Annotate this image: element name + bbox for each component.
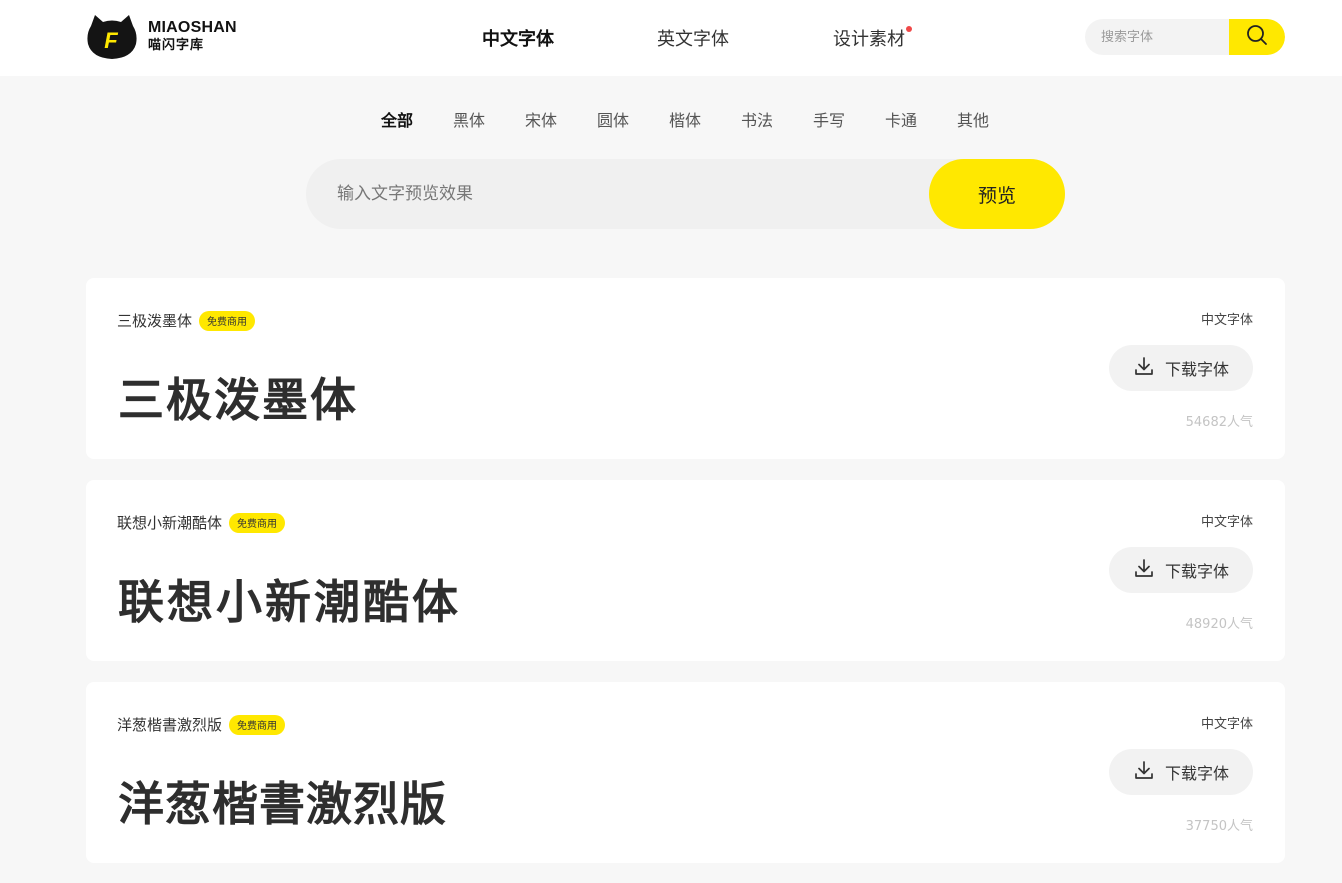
download-label: 下载字体 <box>1164 562 1229 581</box>
download-font-button[interactable]: 下载字体 <box>1109 749 1253 795</box>
download-font-button[interactable]: 下载字体 <box>1109 345 1253 391</box>
search-button[interactable] <box>1229 19 1285 55</box>
font-card[interactable]: 洋葱楷書激烈版 免费商用 洋葱楷書激烈版 中文字体 下载字体 37750人气 <box>86 682 1285 863</box>
category-kaiti[interactable]: 楷体 <box>669 107 701 131</box>
font-name[interactable]: 三极泼墨体 <box>117 310 192 331</box>
font-sample-preview[interactable]: 三极泼墨体 <box>118 364 358 430</box>
popularity-count: 54682人气 <box>1185 415 1253 430</box>
font-card[interactable]: 联想小新潮酷体 免费商用 联想小新潮酷体 中文字体 下载字体 48920人气 <box>86 480 1285 661</box>
category-other[interactable]: 其他 <box>957 107 989 131</box>
font-category-label: 中文字体 <box>1200 515 1253 530</box>
free-commercial-badge: 免费商用 <box>229 714 286 735</box>
category-cartoon[interactable]: 卡通 <box>885 107 917 131</box>
font-name[interactable]: 联想小新潮酷体 <box>117 512 222 533</box>
font-sample-preview[interactable]: 洋葱楷書激烈版 <box>118 768 447 834</box>
site-header: F MIAOSHAN 喵闪字库 中文字体 英文字体 设计素材 <box>0 0 1342 76</box>
download-label: 下载字体 <box>1164 360 1229 379</box>
download-icon <box>1133 557 1155 583</box>
font-category-label: 中文字体 <box>1200 313 1253 328</box>
logo-text-en: MIAOSHAN <box>148 19 237 36</box>
font-sample-preview[interactable]: 联想小新潮酷体 <box>118 566 461 632</box>
category-heiti[interactable]: 黑体 <box>453 107 485 131</box>
preview-bar: 预览 <box>306 159 1065 229</box>
category-all[interactable]: 全部 <box>374 107 420 131</box>
nav-english-fonts[interactable]: 英文字体 <box>657 25 729 51</box>
nav-chinese-fonts[interactable]: 中文字体 <box>474 25 562 54</box>
download-label: 下载字体 <box>1164 764 1229 783</box>
download-icon <box>1133 759 1155 785</box>
search-icon <box>1246 24 1268 50</box>
category-songti[interactable]: 宋体 <box>525 107 557 131</box>
nav-design-assets[interactable]: 设计素材 <box>833 25 912 51</box>
font-search <box>1085 19 1285 55</box>
free-commercial-badge: 免费商用 <box>199 310 256 331</box>
free-commercial-badge: 免费商用 <box>229 512 286 533</box>
svg-text:F: F <box>104 28 118 53</box>
category-tabs: 全部 黑体 宋体 圆体 楷体 书法 手写 卡通 其他 <box>0 107 1342 131</box>
download-icon <box>1133 355 1155 381</box>
font-name[interactable]: 洋葱楷書激烈版 <box>117 714 222 735</box>
popularity-count: 37750人气 <box>1185 819 1253 834</box>
cat-logo-icon: F <box>86 12 138 60</box>
category-yuanti[interactable]: 圆体 <box>597 107 629 131</box>
font-category-label: 中文字体 <box>1200 717 1253 732</box>
font-card[interactable]: 三极泼墨体 免费商用 三极泼墨体 中文字体 下载字体 54682人气 <box>86 278 1285 459</box>
nav-design-assets-label: 设计素材 <box>833 29 905 50</box>
popularity-count: 48920人气 <box>1185 617 1253 632</box>
preview-text-input[interactable] <box>306 159 930 229</box>
site-logo[interactable]: F MIAOSHAN 喵闪字库 <box>86 12 237 60</box>
category-calligraphy[interactable]: 书法 <box>741 107 773 131</box>
search-input[interactable] <box>1085 19 1229 55</box>
logo-text-cn: 喵闪字库 <box>148 38 205 53</box>
category-handwriting[interactable]: 手写 <box>813 107 845 131</box>
notification-dot <box>906 26 912 32</box>
download-font-button[interactable]: 下载字体 <box>1109 547 1253 593</box>
preview-button[interactable]: 预览 <box>929 159 1065 229</box>
